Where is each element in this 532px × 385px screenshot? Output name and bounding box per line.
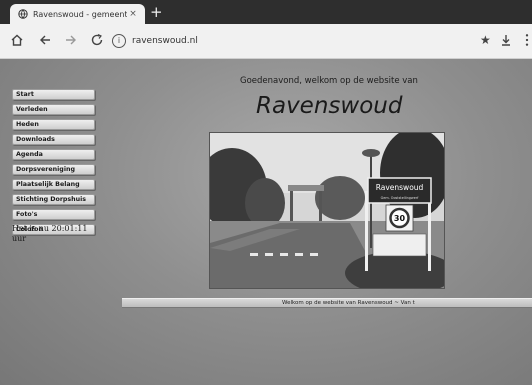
browser-toolbar: i ravenswoud.nl ★ — [0, 24, 532, 59]
url-text: ravenswoud.nl — [132, 36, 198, 46]
menu-stichting-dorpshuis[interactable]: Stichting Dorpshuis — [12, 194, 95, 205]
home-icon[interactable] — [10, 32, 24, 48]
village-photo-illustration: Ravenswoud Gem. Ooststellingwerf 30 — [210, 133, 444, 288]
menu-heden[interactable]: Heden — [12, 119, 95, 130]
globe-icon — [18, 9, 28, 19]
more-menu-icon[interactable] — [524, 33, 530, 47]
menu-plaatselijk-belang[interactable]: Plaatselijk Belang — [12, 179, 95, 190]
web-page: Goedenavond, welkom op de website van Ra… — [0, 59, 532, 385]
village-photo: Ravenswoud Gem. Ooststellingwerf 30 — [209, 132, 445, 289]
menu-agenda[interactable]: Agenda — [12, 149, 95, 160]
address-bar[interactable]: i ravenswoud.nl — [112, 30, 452, 52]
menu-fotos[interactable]: Foto's — [12, 209, 95, 220]
welcome-text: Goedenavond, welkom op de website van — [240, 76, 418, 86]
speed-limit-text: 30 — [394, 214, 406, 223]
reload-icon[interactable] — [90, 32, 104, 48]
download-icon[interactable] — [500, 33, 512, 47]
news-marquee: Welkom op de website van Ravenswoud ~ Va… — [122, 298, 532, 308]
menu-dorpsvereniging[interactable]: Dorpsvereniging — [12, 164, 95, 175]
tab-title: Ravenswoud - gemeente Oo — [33, 9, 127, 19]
back-arrow-icon[interactable] — [38, 32, 52, 48]
browser-tab[interactable]: Ravenswoud - gemeente Oo × — [10, 4, 145, 24]
tab-strip: Ravenswoud - gemeente Oo × + — [0, 0, 532, 24]
sign-subtitle: Gem. Ooststellingwerf — [381, 196, 420, 200]
menu-verleden[interactable]: Verleden — [12, 104, 95, 115]
site-title: Ravenswoud — [256, 93, 403, 119]
menu-downloads[interactable]: Downloads — [12, 134, 95, 145]
marquee-text: Welkom op de website van Ravenswoud ~ Va… — [282, 300, 415, 306]
bookmark-star-icon[interactable]: ★ — [480, 33, 491, 47]
close-tab-icon[interactable]: × — [127, 9, 139, 19]
clock-text: Het is nu 20:01:11 uur — [12, 224, 88, 243]
side-menu: Start Verleden Heden Downloads Agenda Do… — [12, 89, 95, 239]
new-tab-button[interactable]: + — [150, 2, 163, 22]
sign-name: Ravenswoud — [376, 183, 424, 192]
info-icon[interactable]: i — [112, 34, 126, 48]
forward-arrow-icon[interactable] — [64, 32, 78, 48]
menu-start[interactable]: Start — [12, 89, 95, 100]
